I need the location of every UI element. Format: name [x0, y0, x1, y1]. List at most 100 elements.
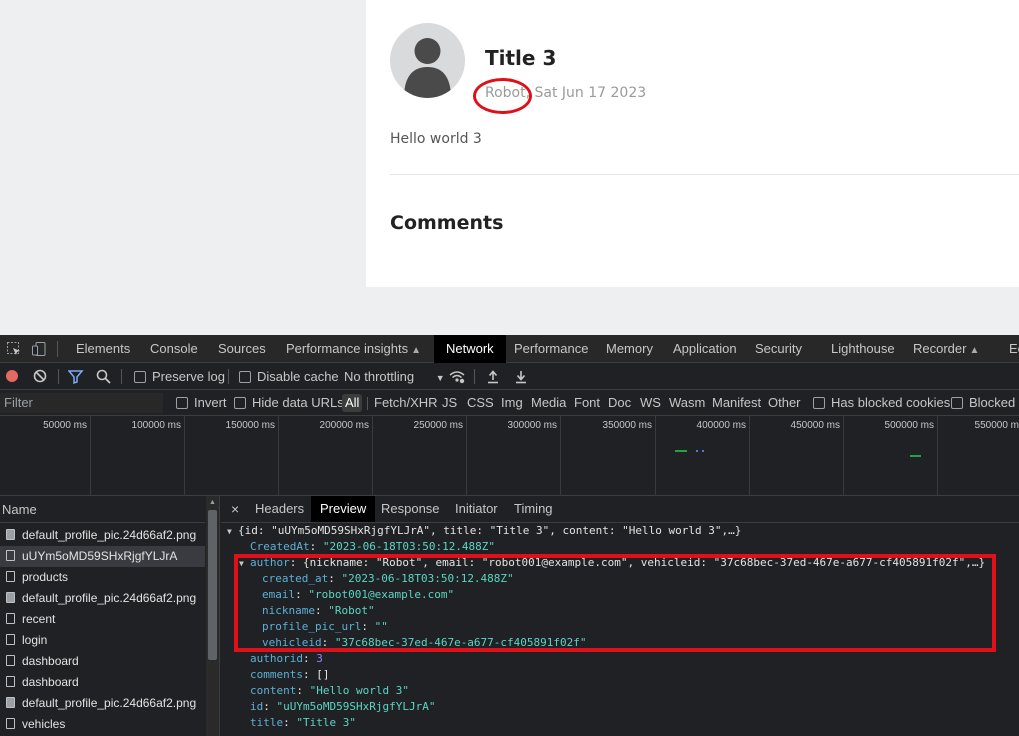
- filter-type-fetch-xhr[interactable]: Fetch/XHR: [374, 390, 438, 416]
- json-root-row[interactable]: ▼ {id: "uUYm5oMD59SHxRjgfYLJrA", title: "…: [227, 523, 741, 539]
- request-row[interactable]: default_profile_pic.24d66af2.png: [0, 525, 205, 546]
- tab-recorder[interactable]: Recorder ▲: [905, 335, 987, 363]
- filter-icon[interactable]: [68, 369, 84, 385]
- request-name: products: [22, 570, 69, 584]
- close-detail-icon[interactable]: ×: [223, 496, 247, 522]
- post-card: Title 3 Robot, Sat Jun 17 2023 Hello wor…: [366, 0, 1019, 287]
- filter-type-font[interactable]: Font: [574, 390, 600, 416]
- tab-overflow[interactable]: Ec: [1001, 335, 1019, 363]
- document-file-icon: [6, 634, 15, 645]
- device-toolbar-icon[interactable]: [31, 341, 47, 357]
- json-property: title: "Title 3": [250, 716, 356, 729]
- checkbox-box: [239, 371, 251, 383]
- scrollbar-thumb[interactable]: [208, 510, 217, 660]
- timeline-tick: 550000 m: [974, 420, 1019, 431]
- timeline-tick: 400000 ms: [696, 420, 746, 431]
- request-name: dashboard: [22, 654, 79, 668]
- filter-type-js[interactable]: JS: [442, 390, 457, 416]
- filter-type-manifest[interactable]: Manifest: [712, 390, 761, 416]
- export-har-icon[interactable]: [514, 369, 530, 385]
- name-column-header[interactable]: Name: [0, 496, 205, 523]
- preserve-log-checkbox[interactable]: Preserve log: [134, 363, 225, 390]
- filter-input[interactable]: Filter: [0, 393, 163, 413]
- tab-security[interactable]: Security: [747, 335, 810, 363]
- record-icon[interactable]: [5, 369, 21, 385]
- experimental-flask-icon: ▲: [411, 345, 422, 356]
- request-row[interactable]: login: [0, 630, 205, 651]
- checkbox-box: [134, 371, 146, 383]
- timeline-tick: 250000 ms: [413, 420, 463, 431]
- timeline-tick: 50000 ms: [43, 420, 87, 431]
- filter-type-wasm[interactable]: Wasm: [669, 390, 705, 416]
- has-blocked-cookies-checkbox[interactable]: Has blocked cookies: [813, 390, 950, 416]
- request-detail-pane: × Headers Preview Response Initiator Tim…: [221, 496, 1019, 736]
- experimental-flask-icon: ▲: [969, 345, 980, 356]
- tab-performance[interactable]: Performance: [506, 335, 596, 363]
- scroll-up-icon[interactable]: ▲: [209, 499, 216, 506]
- request-row[interactable]: default_profile_pic.24d66af2.png: [0, 693, 205, 714]
- inspect-element-icon[interactable]: [6, 341, 22, 357]
- tab-sources[interactable]: Sources: [210, 335, 274, 363]
- request-row[interactable]: products: [0, 567, 205, 588]
- separator: [474, 369, 475, 384]
- json-property: content: "Hello world 3": [250, 684, 409, 697]
- request-name: uUYm5oMD59SHxRjgfYLJrA: [22, 549, 178, 563]
- tab-application[interactable]: Application: [665, 335, 745, 363]
- detail-tab-bar: × Headers Preview Response Initiator Tim…: [221, 496, 1019, 523]
- request-row[interactable]: dashboard: [0, 651, 205, 672]
- timeline-overview[interactable]: 50000 ms 100000 ms 150000 ms 200000 ms 2…: [0, 416, 1019, 496]
- clear-icon[interactable]: [33, 369, 49, 385]
- timeline-tick: 150000 ms: [225, 420, 275, 431]
- blocked-requests-checkbox[interactable]: Blocked R: [951, 390, 1019, 416]
- json-root-summary: {id: "uUYm5oMD59SHxRjgfYLJrA", title: "T…: [238, 524, 742, 537]
- request-row[interactable]: default_profile_pic.24d66af2.png: [0, 588, 205, 609]
- filter-type-other[interactable]: Other: [768, 390, 801, 416]
- invert-label: Invert: [194, 395, 227, 410]
- tab-response[interactable]: Response: [373, 496, 448, 522]
- invert-checkbox[interactable]: Invert: [176, 390, 227, 416]
- request-list-scrollbar[interactable]: ▲: [206, 496, 219, 736]
- filter-bar: Filter Invert Hide data URLs All Fetch/X…: [0, 390, 1019, 416]
- request-name: dashboard: [22, 675, 79, 689]
- image-file-icon: [6, 529, 15, 540]
- tab-headers[interactable]: Headers: [247, 496, 312, 522]
- throttling-value: No throttling: [344, 369, 415, 384]
- tab-label: Recorder: [913, 341, 967, 356]
- annotation-highlight-box: [234, 554, 996, 652]
- tab-network[interactable]: Network: [434, 335, 506, 363]
- filter-type-ws[interactable]: WS: [640, 390, 661, 416]
- filter-type-doc[interactable]: Doc: [608, 390, 631, 416]
- tab-memory[interactable]: Memory: [598, 335, 661, 363]
- hide-data-urls-checkbox[interactable]: Hide data URLs: [234, 390, 344, 416]
- filter-type-img[interactable]: Img: [501, 390, 523, 416]
- json-preview: ▼ {id: "uUYm5oMD59SHxRjgfYLJrA", title: "…: [221, 523, 1019, 736]
- tab-lighthouse[interactable]: Lighthouse: [823, 335, 903, 363]
- timeline-request-bar: [696, 450, 698, 452]
- request-row[interactable]: uUYm5oMD59SHxRjgfYLJrA: [0, 546, 205, 567]
- filter-type-css[interactable]: CSS: [467, 390, 494, 416]
- json-key: CreatedAt: [250, 540, 310, 553]
- json-string: "2023-06-18T03:50:12.488Z": [322, 540, 496, 553]
- tab-preview[interactable]: Preview: [311, 496, 376, 522]
- request-row[interactable]: dashboard: [0, 672, 205, 693]
- tab-initiator[interactable]: Initiator: [447, 496, 506, 522]
- tab-console[interactable]: Console: [142, 335, 206, 363]
- search-icon[interactable]: [96, 369, 112, 385]
- request-row[interactable]: recent: [0, 609, 205, 630]
- tab-performance-insights[interactable]: Performance insights ▲: [278, 335, 429, 363]
- expand-triangle-icon[interactable]: ▼: [227, 524, 238, 540]
- throttling-select[interactable]: No throttling ▼: [344, 363, 445, 390]
- filter-type-all[interactable]: All: [342, 394, 363, 412]
- tab-elements[interactable]: Elements: [68, 335, 138, 363]
- network-conditions-icon[interactable]: [449, 369, 465, 385]
- json-property: CreatedAt: "2023-06-18T03:50:12.488Z": [250, 540, 496, 553]
- filter-type-media[interactable]: Media: [531, 390, 566, 416]
- timeline-request-bar: [675, 450, 687, 452]
- request-row[interactable]: vehicles: [0, 714, 205, 735]
- tab-timing[interactable]: Timing: [506, 496, 561, 522]
- request-name: recent: [22, 612, 56, 626]
- request-name: default_profile_pic.24d66af2.png: [22, 591, 197, 605]
- import-har-icon[interactable]: [486, 369, 502, 385]
- disable-cache-checkbox[interactable]: Disable cache: [239, 363, 339, 390]
- request-name: default_profile_pic.24d66af2.png: [22, 528, 197, 542]
